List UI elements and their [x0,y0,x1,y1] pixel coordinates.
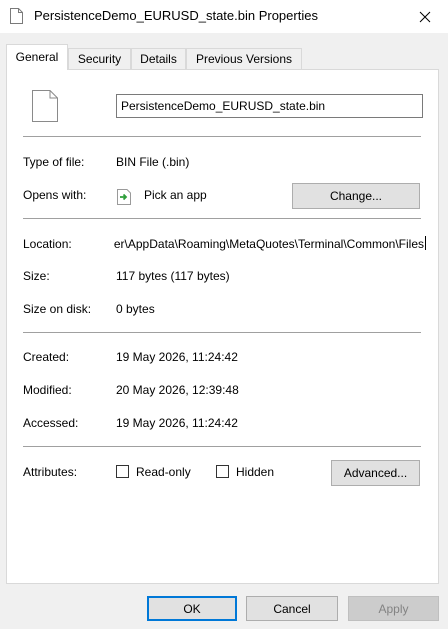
separator [23,136,421,137]
type-of-file-value: BIN File (.bin) [116,155,190,169]
close-button[interactable] [402,0,448,33]
tab-general-label: General [15,50,59,64]
created-label: Created: [23,350,70,364]
location-text-wrap: C:\Users\User\AppData\Roaming\MetaQuotes… [114,236,426,251]
apply-button[interactable]: Apply [348,596,439,621]
modified-label: Modified: [23,383,72,397]
separator [23,332,421,333]
attributes-label: Attributes: [23,465,78,479]
cancel-button-label: Cancel [273,601,311,616]
read-only-label[interactable]: Read-only [136,465,191,479]
advanced-button-label: Advanced... [343,466,408,480]
accessed-value: 19 May 2026, 11:24:42 [116,416,238,430]
location-value: C:\Users\User\AppData\Roaming\MetaQuotes… [114,237,424,251]
text-caret [425,236,426,250]
type-of-file-label: Type of file: [23,155,85,169]
tab-details-label: Details [140,52,177,66]
general-panel: Type of file: BIN File (.bin) Opens with… [6,69,439,584]
size-value: 117 bytes (117 bytes) [116,269,230,283]
tab-general[interactable]: General [6,44,68,70]
advanced-button[interactable]: Advanced... [331,460,420,486]
modified-value: 20 May 2026, 12:39:48 [116,383,239,397]
file-icon [10,8,23,24]
opens-with-value: Pick an app [144,188,207,202]
read-only-checkbox[interactable] [116,465,129,478]
location-field[interactable]: C:\Users\User\AppData\Roaming\MetaQuotes… [114,236,426,254]
location-label: Location: [23,237,72,251]
size-on-disk-value: 0 bytes [116,302,155,316]
tab-security[interactable]: Security [68,48,131,69]
separator [23,446,421,447]
change-button-label: Change... [329,189,383,203]
cancel-button[interactable]: Cancel [246,596,338,621]
tab-previous-versions-label: Previous Versions [195,52,293,66]
accessed-label: Accessed: [23,416,79,430]
ok-button[interactable]: OK [147,596,237,621]
hidden-label[interactable]: Hidden [236,465,274,479]
change-button[interactable]: Change... [292,183,420,209]
tab-security-label: Security [77,52,122,66]
separator [23,218,421,219]
window-title: PersistenceDemo_EURUSD_state.bin Propert… [34,8,318,23]
title-bar[interactable]: PersistenceDemo_EURUSD_state.bin Propert… [0,0,448,33]
opens-with-label: Opens with: [23,188,87,202]
pick-app-icon [117,189,131,205]
ok-button-label: OK [183,601,201,616]
file-name-input[interactable] [116,94,423,118]
tab-details[interactable]: Details [131,48,186,69]
apply-button-label: Apply [378,601,409,616]
hidden-checkbox[interactable] [216,465,229,478]
file-icon [32,90,58,122]
size-label: Size: [23,269,50,283]
close-icon [419,11,431,22]
created-value: 19 May 2026, 11:24:42 [116,350,238,364]
properties-window: PersistenceDemo_EURUSD_state.bin Propert… [0,0,448,629]
size-on-disk-label: Size on disk: [23,302,92,316]
tab-previous-versions[interactable]: Previous Versions [186,48,302,69]
